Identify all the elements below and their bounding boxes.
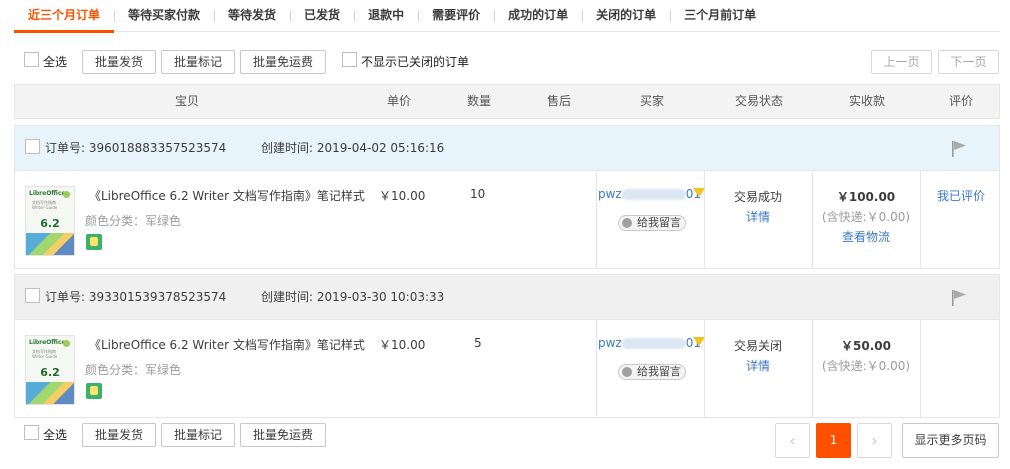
cover-band [26, 233, 74, 255]
table-header: 宝贝 单价 数量 售后 买家 交易状态 实收款 评价 [14, 84, 1000, 119]
tab-shipped[interactable]: 已发货 [290, 0, 354, 32]
leave-message-button[interactable]: 给我留言 [618, 364, 686, 380]
trade-status: 交易关闭 详情 [705, 336, 811, 376]
buyer-name-link[interactable]: pwz 01 [598, 187, 701, 201]
filter-icon[interactable] [693, 188, 705, 197]
pagination-next-button[interactable]: › [857, 423, 892, 458]
order-card: 订单号: 396018883357523574 创建时间: 2019-04-02… [14, 125, 1000, 269]
divider [596, 320, 597, 417]
order-created-time: 创建时间: 2019-03-30 10:03:33 [261, 290, 445, 304]
select-all-checkbox[interactable] [24, 52, 39, 67]
bulk-ship-button[interactable]: 批量发货 [82, 423, 156, 447]
tab-older-orders[interactable]: 三个月前订单 [670, 0, 770, 32]
product-subtitle: 文档写作指南 Writer Guide [32, 200, 58, 210]
gull-icon [63, 340, 70, 347]
pagination-page-1[interactable]: 1 [816, 423, 851, 458]
bulk-free-shipping-button[interactable]: 批量免运费 [240, 50, 326, 74]
buyer-name-link[interactable]: pwz 01 [598, 336, 701, 350]
product-logo: LibreOffice [29, 190, 66, 197]
select-all-label: 全选 [43, 428, 68, 442]
col-price: 单价 [386, 94, 411, 108]
status-text: 交易成功 [733, 190, 782, 204]
received-amount: ￥100.00 (含快递:￥0.00) 查看物流 [813, 187, 919, 247]
hide-closed-label: 不显示已关闭的订单 [361, 55, 470, 69]
product-version: 6.2 [40, 217, 60, 230]
col-amount: 实收款 [848, 94, 885, 108]
cover-band [26, 382, 74, 404]
hide-closed-checkbox[interactable] [342, 52, 357, 67]
footer-toolbar: 全选 批量发货 批量标记 批量免运费 ‹ 1 › 显示更多页码 [14, 423, 1000, 463]
divider [920, 171, 921, 268]
product-thumbnail[interactable]: LibreOffice 文档写作指南 Writer Guide 6.2 [25, 335, 75, 405]
trade-status: 交易成功 详情 [705, 187, 811, 227]
tab-recent-three-months[interactable]: 近三个月订单 [14, 0, 115, 33]
order-number: 订单号: 396018883357523574 [45, 141, 227, 155]
shipping-fee: (含快递:￥0.00) [821, 359, 911, 373]
amount-value: ￥100.00 [836, 190, 896, 204]
view-logistics-link[interactable]: 查看物流 [842, 230, 890, 244]
tab-awaiting-shipment[interactable]: 等待发货 [214, 0, 290, 32]
order-created-time: 创建时间: 2019-04-02 05:16:16 [261, 141, 445, 155]
quantity: 5 [474, 336, 482, 350]
product-subtitle: 文档写作指南 Writer Guide [32, 349, 58, 359]
flag-icon[interactable] [951, 289, 967, 307]
order-card: 订单号: 393301539378523574 创建时间: 2019-03-30… [14, 274, 1000, 418]
col-item: 宝贝 [174, 94, 199, 108]
tab-awaiting-payment[interactable]: 等待买家付款 [114, 0, 214, 32]
received-amount: ￥50.00 (含快递:￥0.00) [813, 336, 919, 376]
amount-value: ￥50.00 [841, 339, 891, 353]
order-item-row: LibreOffice 文档写作指南 Writer Guide 6.2 《Lib… [15, 171, 999, 268]
order-tabs: 近三个月订单 等待买家付款 等待发货 已发货 退款中 需要评价 成功的订单 关闭… [14, 0, 1000, 33]
bulk-toolbar: 全选 批量发货 批量标记 批量免运费 不显示已关闭的订单 上一页 下一页 [14, 50, 1000, 74]
order-item-row: LibreOffice 文档写作指南 Writer Guide 6.2 《Lib… [15, 320, 999, 417]
consumer-protection-icon[interactable] [86, 234, 102, 250]
detail-link[interactable]: 详情 [746, 359, 770, 373]
divider [596, 171, 597, 268]
col-buyer: 买家 [639, 94, 664, 108]
tab-successful[interactable]: 成功的订单 [494, 0, 582, 32]
bulk-ship-button[interactable]: 批量发货 [82, 50, 156, 74]
rated-link[interactable]: 我已评价 [921, 187, 1001, 204]
order-header: 订单号: 393301539378523574 创建时间: 2019-03-30… [15, 275, 999, 320]
detail-link[interactable]: 详情 [746, 210, 770, 224]
consumer-protection-icon[interactable] [86, 383, 102, 399]
gull-icon [63, 191, 70, 198]
select-all-label: 全选 [43, 55, 68, 69]
divider [920, 320, 921, 417]
unit-price: ￥10.00 [379, 338, 426, 352]
order-header: 订单号: 396018883357523574 创建时间: 2019-04-02… [15, 126, 999, 171]
tab-refunding[interactable]: 退款中 [354, 0, 418, 32]
order-number: 订单号: 393301539378523574 [45, 290, 227, 304]
flag-icon[interactable] [951, 140, 967, 158]
product-title-link[interactable]: 《LibreOffice 6.2 Writer 文档写作指南》笔记样式 [89, 187, 365, 204]
bulk-mark-button[interactable]: 批量标记 [161, 50, 235, 74]
prev-page-button[interactable]: 上一页 [871, 50, 932, 74]
status-text: 交易关闭 [733, 339, 782, 353]
col-rating: 评价 [948, 94, 973, 108]
product-logo: LibreOffice [29, 339, 66, 346]
product-title-link[interactable]: 《LibreOffice 6.2 Writer 文档写作指南》笔记样式 [89, 336, 365, 353]
order-checkbox[interactable] [25, 139, 40, 154]
show-more-pages-button[interactable]: 显示更多页码 [902, 423, 999, 458]
bulk-mark-button[interactable]: 批量标记 [161, 423, 235, 447]
pagination-prev-button[interactable]: ‹ [775, 423, 810, 458]
tab-closed[interactable]: 关闭的订单 [582, 0, 670, 32]
leave-message-button[interactable]: 给我留言 [618, 215, 686, 231]
unit-price: ￥10.00 [379, 189, 426, 203]
shipping-fee: (含快递:￥0.00) [821, 210, 911, 224]
quantity: 10 [470, 187, 486, 201]
col-status: 交易状态 [734, 94, 783, 108]
col-qty: 数量 [466, 94, 491, 108]
filter-icon[interactable] [693, 337, 705, 346]
product-thumbnail[interactable]: LibreOffice 文档写作指南 Writer Guide 6.2 [25, 186, 75, 256]
tab-needs-rating[interactable]: 需要评价 [418, 0, 494, 32]
bulk-free-shipping-button[interactable]: 批量免运费 [240, 423, 326, 447]
product-sku: 颜色分类：军绿色 [85, 363, 182, 377]
product-version: 6.2 [40, 366, 60, 379]
product-sku: 颜色分类：军绿色 [85, 214, 182, 228]
order-checkbox[interactable] [25, 288, 40, 303]
select-all-checkbox[interactable] [24, 425, 39, 440]
next-page-button[interactable]: 下一页 [938, 50, 999, 74]
col-after-sales: 售后 [546, 94, 571, 108]
